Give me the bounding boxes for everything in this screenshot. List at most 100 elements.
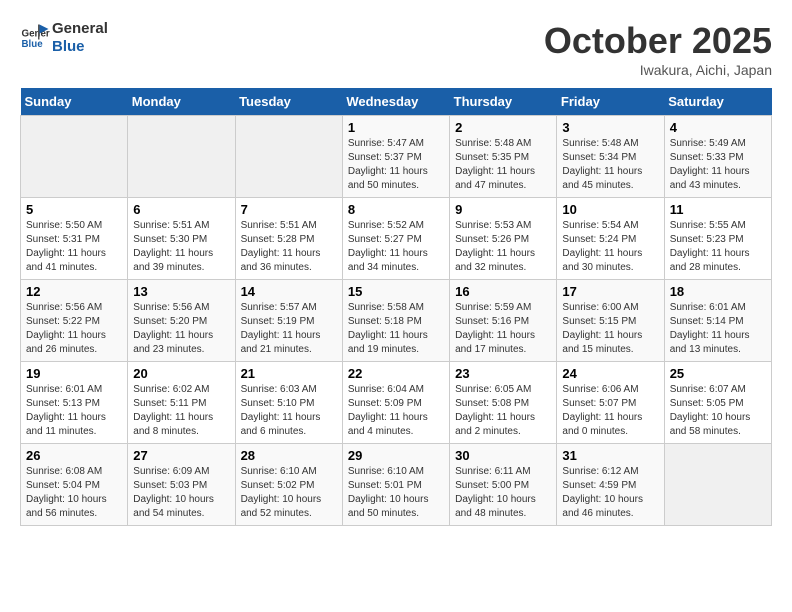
day-info: Sunrise: 6:11 AM Sunset: 5:00 PM Dayligh… bbox=[455, 465, 551, 521]
svg-text:Blue: Blue bbox=[22, 39, 44, 50]
calendar-cell: 16 Sunrise: 5:59 AM Sunset: 5:16 PM Dayli… bbox=[450, 280, 557, 362]
day-info: Sunrise: 6:03 AM Sunset: 5:10 PM Dayligh… bbox=[241, 383, 337, 439]
day-info: Sunrise: 6:00 AM Sunset: 5:15 PM Dayligh… bbox=[562, 301, 658, 357]
calendar-cell: 11Sunrise: 5:55 AM Sunset: 5:23 PM Dayli… bbox=[664, 198, 771, 280]
calendar-cell: 13Sunrise: 5:56 AM Sunset: 5:20 PM Dayli… bbox=[128, 280, 235, 362]
location-subtitle: Iwakura, Aichi, Japan bbox=[544, 62, 772, 78]
day-info: Sunrise: 5:51 AM Sunset: 5:28 PM Dayligh… bbox=[241, 219, 337, 275]
day-info: Sunrise: 5:58 AM Sunset: 5:18 PM Dayligh… bbox=[348, 301, 444, 357]
day-info: Sunrise: 5:49 AM Sunset: 5:33 PM Dayligh… bbox=[670, 137, 766, 193]
day-info: Sunrise: 5:47 AM Sunset: 5:37 PM Dayligh… bbox=[348, 137, 444, 193]
day-number: 18 bbox=[670, 284, 766, 299]
calendar-cell: 1Sunrise: 5:47 AM Sunset: 5:37 PM Daylig… bbox=[342, 116, 449, 198]
day-info: Sunrise: 6:09 AM Sunset: 5:03 PM Dayligh… bbox=[133, 465, 229, 521]
calendar-cell: 27Sunrise: 6:09 AM Sunset: 5:03 PM Dayli… bbox=[128, 444, 235, 526]
day-number: 16 bbox=[455, 284, 551, 299]
day-number: 29 bbox=[348, 448, 444, 463]
day-number: 31 bbox=[562, 448, 658, 463]
day-number: 24 bbox=[562, 366, 658, 381]
day-number: 12 bbox=[26, 284, 122, 299]
day-number: 8 bbox=[348, 202, 444, 217]
calendar-cell: 15 Sunrise: 5:58 AM Sunset: 5:18 PM Dayli… bbox=[342, 280, 449, 362]
day-number: 7 bbox=[241, 202, 337, 217]
calendar-header-row: SundayMondayTuesdayWednesdayThursdayFrid… bbox=[21, 88, 772, 116]
calendar-cell: 17 Sunrise: 6:00 AM Sunset: 5:15 PM Dayli… bbox=[557, 280, 664, 362]
calendar-cell: 7 Sunrise: 5:51 AM Sunset: 5:28 PM Daylig… bbox=[235, 198, 342, 280]
calendar-table: SundayMondayTuesdayWednesdayThursdayFrid… bbox=[20, 88, 772, 526]
calendar-cell bbox=[128, 116, 235, 198]
logo-line1: General bbox=[52, 20, 108, 38]
day-number: 26 bbox=[26, 448, 122, 463]
calendar-cell: 20Sunrise: 6:02 AM Sunset: 5:11 PM Dayli… bbox=[128, 362, 235, 444]
day-info: Sunrise: 5:53 AM Sunset: 5:26 PM Dayligh… bbox=[455, 219, 551, 275]
calendar-cell: 26 Sunrise: 6:08 AM Sunset: 5:04 PM Dayli… bbox=[21, 444, 128, 526]
calendar-cell: 31 Sunrise: 6:12 AM Sunset: 4:59 PM Dayli… bbox=[557, 444, 664, 526]
day-number: 2 bbox=[455, 120, 551, 135]
day-header-sunday: Sunday bbox=[21, 88, 128, 116]
calendar-cell: 30 Sunrise: 6:11 AM Sunset: 5:00 PM Dayli… bbox=[450, 444, 557, 526]
calendar-body: 1Sunrise: 5:47 AM Sunset: 5:37 PM Daylig… bbox=[21, 116, 772, 526]
calendar-week-row: 26 Sunrise: 6:08 AM Sunset: 5:04 PM Dayli… bbox=[21, 444, 772, 526]
day-number: 22 bbox=[348, 366, 444, 381]
calendar-cell: 12 Sunrise: 5:56 AM Sunset: 5:22 PM Dayli… bbox=[21, 280, 128, 362]
calendar-cell: 4 Sunrise: 5:49 AM Sunset: 5:33 PM Daylig… bbox=[664, 116, 771, 198]
day-info: Sunrise: 5:48 AM Sunset: 5:35 PM Dayligh… bbox=[455, 137, 551, 193]
calendar-cell bbox=[21, 116, 128, 198]
day-info: Sunrise: 6:07 AM Sunset: 5:05 PM Dayligh… bbox=[670, 383, 766, 439]
day-info: Sunrise: 6:12 AM Sunset: 4:59 PM Dayligh… bbox=[562, 465, 658, 521]
calendar-cell: 24 Sunrise: 6:06 AM Sunset: 5:07 PM Dayli… bbox=[557, 362, 664, 444]
day-number: 4 bbox=[670, 120, 766, 135]
day-number: 10 bbox=[562, 202, 658, 217]
day-number: 17 bbox=[562, 284, 658, 299]
day-number: 3 bbox=[562, 120, 658, 135]
day-info: Sunrise: 6:04 AM Sunset: 5:09 PM Dayligh… bbox=[348, 383, 444, 439]
day-header-wednesday: Wednesday bbox=[342, 88, 449, 116]
logo-icon: General Blue bbox=[20, 23, 50, 53]
calendar-cell: 19Sunrise: 6:01 AM Sunset: 5:13 PM Dayli… bbox=[21, 362, 128, 444]
day-number: 13 bbox=[133, 284, 229, 299]
day-info: Sunrise: 6:08 AM Sunset: 5:04 PM Dayligh… bbox=[26, 465, 122, 521]
day-number: 28 bbox=[241, 448, 337, 463]
calendar-week-row: 1Sunrise: 5:47 AM Sunset: 5:37 PM Daylig… bbox=[21, 116, 772, 198]
header: General Blue General Blue October 2025 I… bbox=[20, 20, 772, 78]
month-title: October 2025 bbox=[544, 20, 772, 62]
logo-line2: Blue bbox=[52, 38, 108, 56]
calendar-cell: 18 Sunrise: 6:01 AM Sunset: 5:14 PM Dayli… bbox=[664, 280, 771, 362]
day-number: 11 bbox=[670, 202, 766, 217]
day-info: Sunrise: 6:10 AM Sunset: 5:02 PM Dayligh… bbox=[241, 465, 337, 521]
day-header-saturday: Saturday bbox=[664, 88, 771, 116]
calendar-week-row: 12 Sunrise: 5:56 AM Sunset: 5:22 PM Dayli… bbox=[21, 280, 772, 362]
calendar-cell: 2 Sunrise: 5:48 AM Sunset: 5:35 PM Daylig… bbox=[450, 116, 557, 198]
day-info: Sunrise: 5:54 AM Sunset: 5:24 PM Dayligh… bbox=[562, 219, 658, 275]
calendar-cell: 5Sunrise: 5:50 AM Sunset: 5:31 PM Daylig… bbox=[21, 198, 128, 280]
calendar-cell: 23 Sunrise: 6:05 AM Sunset: 5:08 PM Dayli… bbox=[450, 362, 557, 444]
day-number: 9 bbox=[455, 202, 551, 217]
calendar-cell: 3Sunrise: 5:48 AM Sunset: 5:34 PM Daylig… bbox=[557, 116, 664, 198]
calendar-cell: 21 Sunrise: 6:03 AM Sunset: 5:10 PM Dayli… bbox=[235, 362, 342, 444]
day-info: Sunrise: 5:57 AM Sunset: 5:19 PM Dayligh… bbox=[241, 301, 337, 357]
day-number: 14 bbox=[241, 284, 337, 299]
day-number: 20 bbox=[133, 366, 229, 381]
day-number: 21 bbox=[241, 366, 337, 381]
day-number: 15 bbox=[348, 284, 444, 299]
day-info: Sunrise: 6:01 AM Sunset: 5:14 PM Dayligh… bbox=[670, 301, 766, 357]
day-number: 30 bbox=[455, 448, 551, 463]
day-info: Sunrise: 5:56 AM Sunset: 5:22 PM Dayligh… bbox=[26, 301, 122, 357]
day-info: Sunrise: 5:50 AM Sunset: 5:31 PM Dayligh… bbox=[26, 219, 122, 275]
day-info: Sunrise: 6:10 AM Sunset: 5:01 PM Dayligh… bbox=[348, 465, 444, 521]
logo: General Blue General Blue bbox=[20, 20, 108, 56]
day-number: 19 bbox=[26, 366, 122, 381]
calendar-cell: 8Sunrise: 5:52 AM Sunset: 5:27 PM Daylig… bbox=[342, 198, 449, 280]
day-info: Sunrise: 5:51 AM Sunset: 5:30 PM Dayligh… bbox=[133, 219, 229, 275]
day-info: Sunrise: 6:05 AM Sunset: 5:08 PM Dayligh… bbox=[455, 383, 551, 439]
day-info: Sunrise: 6:06 AM Sunset: 5:07 PM Dayligh… bbox=[562, 383, 658, 439]
day-number: 23 bbox=[455, 366, 551, 381]
calendar-week-row: 5Sunrise: 5:50 AM Sunset: 5:31 PM Daylig… bbox=[21, 198, 772, 280]
calendar-cell: 25Sunrise: 6:07 AM Sunset: 5:05 PM Dayli… bbox=[664, 362, 771, 444]
day-info: Sunrise: 5:59 AM Sunset: 5:16 PM Dayligh… bbox=[455, 301, 551, 357]
calendar-cell: 10 Sunrise: 5:54 AM Sunset: 5:24 PM Dayli… bbox=[557, 198, 664, 280]
day-header-friday: Friday bbox=[557, 88, 664, 116]
calendar-cell: 22 Sunrise: 6:04 AM Sunset: 5:09 PM Dayli… bbox=[342, 362, 449, 444]
calendar-cell bbox=[664, 444, 771, 526]
calendar-cell: 6Sunrise: 5:51 AM Sunset: 5:30 PM Daylig… bbox=[128, 198, 235, 280]
